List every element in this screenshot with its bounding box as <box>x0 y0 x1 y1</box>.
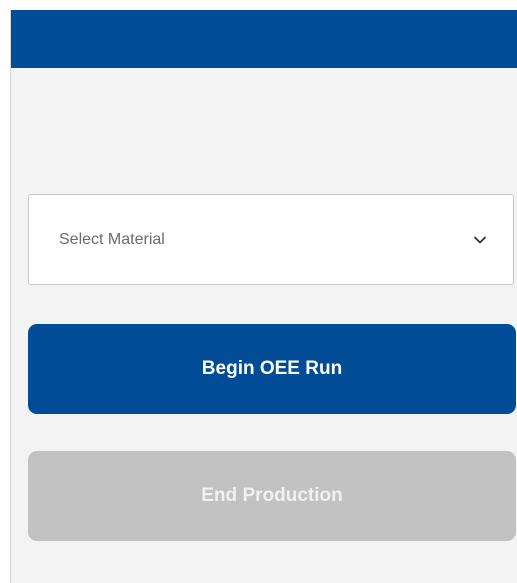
app-panel: Select Material Begin OEE Run End Produc… <box>10 10 517 583</box>
header-bar <box>11 10 517 68</box>
material-select[interactable]: Select Material <box>28 194 514 285</box>
end-production-button[interactable]: End Production <box>28 451 516 541</box>
chevron-down-icon <box>473 233 487 247</box>
material-select-placeholder: Select Material <box>59 230 165 248</box>
begin-oee-run-button[interactable]: Begin OEE Run <box>28 324 516 414</box>
